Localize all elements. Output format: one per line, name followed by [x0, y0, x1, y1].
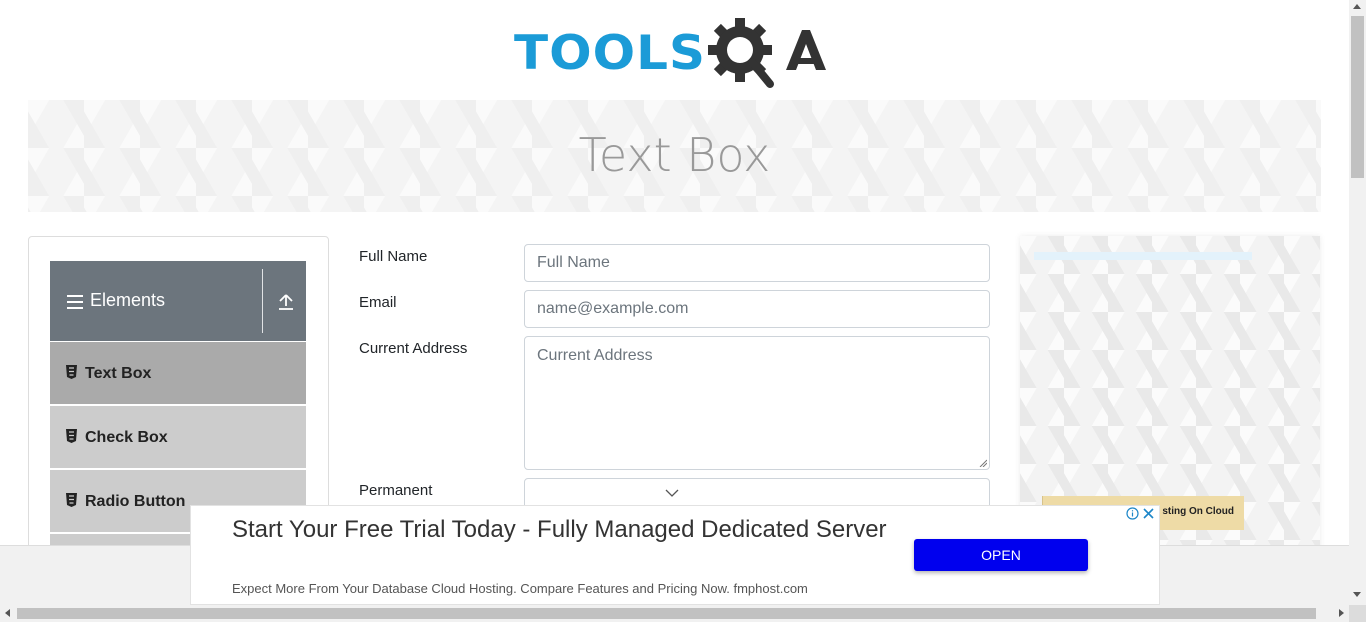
- sidebar-item-label: Text Box: [85, 365, 152, 382]
- full-name-input[interactable]: Full Name: [524, 244, 990, 282]
- ad-placeholder-bar: [1034, 252, 1252, 260]
- toolsqa-logo[interactable]: TOOLS: [514, 16, 838, 90]
- sidebar-item-check-box[interactable]: Check Box: [50, 406, 306, 469]
- email-label: Email: [359, 294, 397, 311]
- sidebar-item-label: Check Box: [85, 429, 168, 446]
- email-input[interactable]: name@example.com: [524, 290, 990, 328]
- adchoices: [1125, 506, 1155, 520]
- scroll-up-icon[interactable]: [1353, 4, 1361, 9]
- html5-icon: [66, 365, 77, 379]
- scroll-right-icon[interactable]: [1339, 609, 1344, 617]
- close-icon[interactable]: [1141, 506, 1155, 520]
- scrollbar-corner: [1349, 605, 1366, 622]
- ad-open-button[interactable]: OPEN: [914, 539, 1088, 571]
- current-address-placeholder: Current Address: [537, 347, 653, 364]
- logo-tools-text: TOOLS: [514, 25, 706, 81]
- divider: [262, 269, 263, 333]
- horizontal-scroll-thumb[interactable]: [17, 608, 1316, 619]
- sidebar-group-title: Elements: [90, 290, 166, 310]
- sidebar-item-text-box[interactable]: Text Box: [50, 342, 306, 405]
- html5-icon: [66, 429, 77, 443]
- info-icon[interactable]: [1125, 506, 1139, 520]
- page-banner: Text Box: [28, 100, 1321, 212]
- html5-icon: [66, 493, 77, 507]
- hamburger-icon: [67, 295, 83, 309]
- current-address-textarea[interactable]: Current Address: [524, 336, 990, 470]
- email-placeholder: name@example.com: [537, 300, 689, 317]
- ad-headline[interactable]: Start Your Free Trial Today - Fully Mana…: [232, 514, 902, 546]
- chevron-down-icon: [665, 489, 679, 497]
- scroll-down-icon[interactable]: [1353, 592, 1361, 597]
- full-name-placeholder: Full Name: [537, 254, 610, 271]
- full-name-label: Full Name: [359, 248, 428, 265]
- horizontal-scrollbar[interactable]: [0, 605, 1349, 622]
- vertical-scroll-thumb[interactable]: [1351, 16, 1364, 178]
- sidebar-item-label: Radio Button: [85, 493, 186, 510]
- page-title: Text Box: [578, 128, 771, 182]
- resize-grip-icon[interactable]: [979, 459, 987, 467]
- side-ad-text: sting On Cloud: [1162, 506, 1234, 517]
- permanent-address-label: Permanent: [359, 482, 433, 499]
- sidebar-group-elements[interactable]: Elements: [50, 261, 306, 341]
- upload-arrow-icon[interactable]: [277, 293, 295, 311]
- scroll-left-icon[interactable]: [5, 609, 10, 617]
- bottom-ad[interactable]: Start Your Free Trial Today - Fully Mana…: [190, 505, 1160, 605]
- logo-gear-qa-icon: [708, 18, 826, 88]
- current-address-label: Current Address: [359, 340, 468, 357]
- page-viewport: TOOLS Text Box Elements Text Box Check B…: [0, 0, 1349, 605]
- ad-subtext: Expect More From Your Database Cloud Hos…: [232, 581, 808, 596]
- vertical-scrollbar[interactable]: [1349, 0, 1366, 605]
